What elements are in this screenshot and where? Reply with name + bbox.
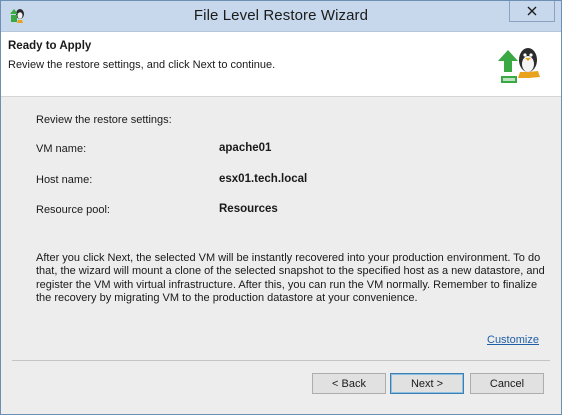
step-description: Review the restore settings, and click N… <box>8 59 276 71</box>
close-icon <box>527 6 537 16</box>
next-button-label: Next > <box>410 377 444 390</box>
review-intro: Review the restore settings: <box>36 114 172 126</box>
host-name-label: Host name: <box>36 174 93 186</box>
back-button-label: < Back <box>332 377 366 390</box>
window-title: File Level Restore Wizard <box>193 7 369 24</box>
title-bar[interactable]: File Level Restore Wizard <box>1 1 561 32</box>
customize-link[interactable]: Customize <box>487 334 539 346</box>
resource-pool-label: Resource pool: <box>36 204 110 216</box>
vm-name-value: apache01 <box>219 142 272 154</box>
close-button[interactable] <box>509 1 555 22</box>
step-title: Ready to Apply <box>8 40 92 52</box>
host-name-value: esx01.tech.local <box>219 173 308 185</box>
linux-penguin-restore-icon <box>498 48 540 83</box>
resource-pool-value: Resources <box>219 203 278 215</box>
wizard-content: Review the restore settings: VM name: ap… <box>1 98 561 360</box>
wizard-header: Ready to Apply Review the restore settin… <box>1 32 561 97</box>
vm-name-label: VM name: <box>36 143 87 155</box>
footer-divider <box>12 360 550 361</box>
recovery-info-text: After you click Next, the selected VM wi… <box>36 252 545 304</box>
back-button[interactable]: < Back <box>312 373 386 394</box>
cancel-button-label: Cancel <box>489 377 525 390</box>
wizard-window: File Level Restore Wizard Ready to Apply… <box>0 0 562 415</box>
next-button[interactable]: Next > <box>390 373 464 394</box>
cancel-button[interactable]: Cancel <box>470 373 544 394</box>
